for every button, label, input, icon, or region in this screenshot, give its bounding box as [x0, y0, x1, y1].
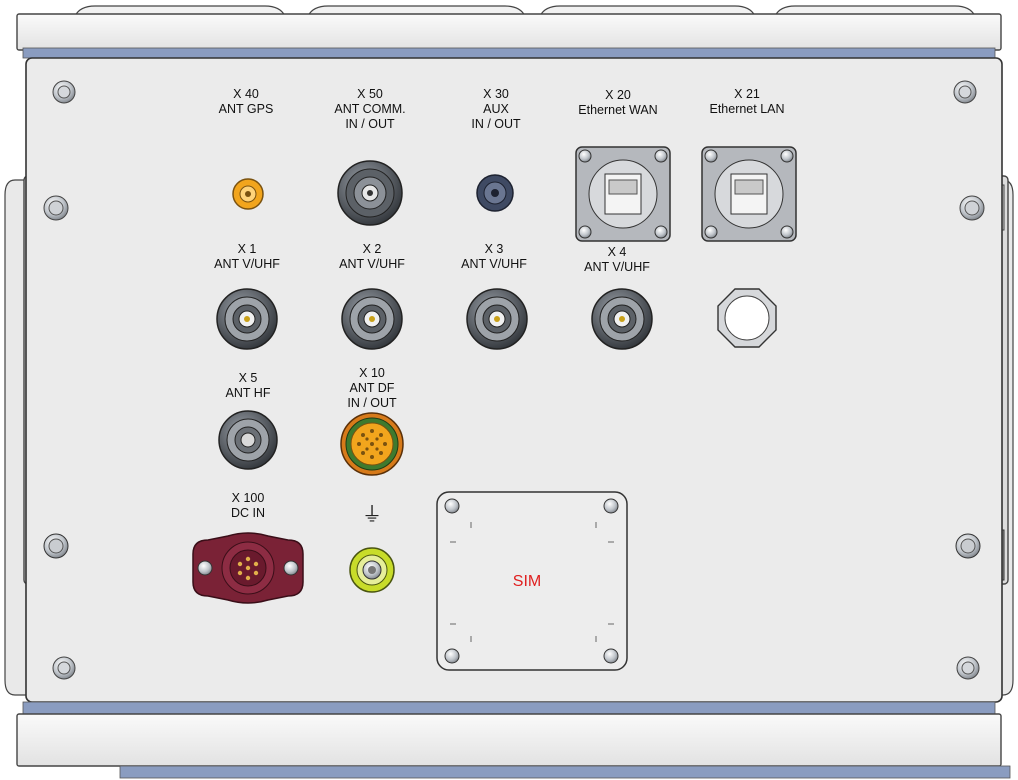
device-panel: X 40 ANT GPS X 50 ANT COMM. IN / OUT X 30 AU…	[0, 0, 1018, 780]
label-x50: X 50 ANT COMM. IN / OUT	[334, 87, 406, 131]
label-x21: X 21 Ethernet LAN	[709, 87, 785, 116]
label-x1: X 1 ANT V/UHF	[214, 242, 280, 271]
label-x30: X 30 AUX IN / OUT	[471, 87, 521, 131]
x40-gps-connector	[232, 178, 264, 210]
x30-aux-connector	[476, 174, 514, 212]
label-x5: X 5 ANT HF	[225, 371, 271, 400]
bottom-base-strip	[119, 765, 1011, 779]
top-bar	[16, 13, 1002, 51]
x20-ethernet-wan-connector	[575, 146, 671, 242]
x100-dc-in-connector	[192, 532, 304, 604]
label-x20: X 20 Ethernet WAN	[578, 88, 658, 117]
label-x4: X 4 ANT V/UHF	[584, 245, 650, 274]
x4-vuhf-connector	[591, 288, 653, 350]
cable-gland	[717, 288, 777, 348]
label-x3: X 3 ANT V/UHF	[461, 242, 527, 271]
ground-stud	[349, 547, 395, 593]
label-x10: X 10 ANT DF IN / OUT	[347, 366, 397, 410]
x10-df-connector	[340, 412, 404, 476]
x3-vuhf-connector	[466, 288, 528, 350]
top-blue-strip	[22, 47, 996, 59]
label-x40: X 40 ANT GPS	[218, 87, 274, 116]
x2-vuhf-connector	[341, 288, 403, 350]
label-x2: X 2 ANT V/UHF	[339, 242, 405, 271]
x50-comm-connector	[337, 160, 403, 226]
x1-vuhf-connector	[216, 288, 278, 350]
x21-ethernet-lan-connector	[701, 146, 797, 242]
sim-label: SIM	[512, 573, 542, 590]
x5-hf-connector	[218, 410, 278, 470]
label-x100: X 100 DC IN	[230, 491, 266, 520]
ground-symbol: ⏚	[362, 502, 382, 526]
bottom-bar	[16, 713, 1002, 767]
bottom-blue-strip	[22, 701, 996, 715]
